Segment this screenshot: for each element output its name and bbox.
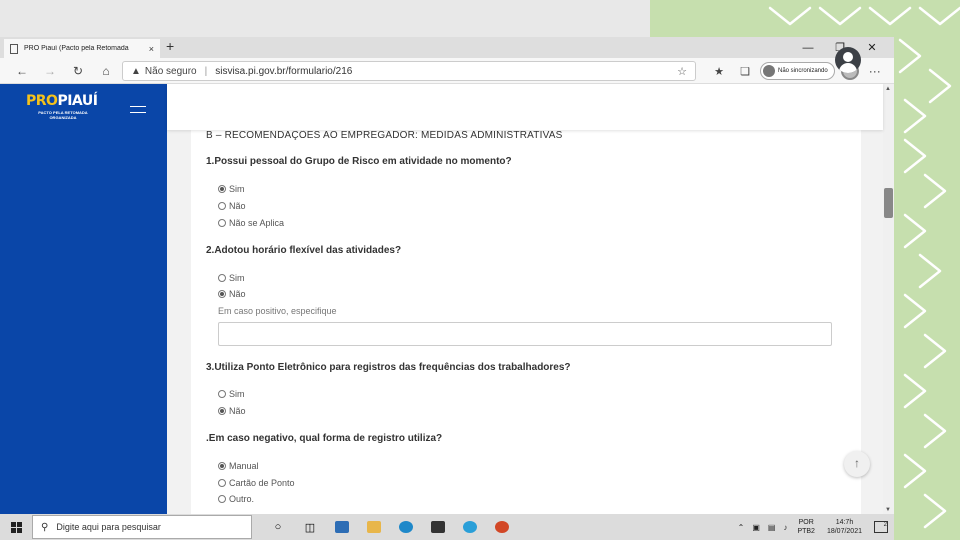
tab-close-button[interactable]: × (149, 44, 154, 54)
favorites-icon[interactable]: ★ (706, 65, 732, 78)
taskbar-apps: ○ ◫ (262, 514, 518, 540)
scroll-up-arrow-icon[interactable]: ▲ (885, 86, 891, 92)
logo-subtitle: PACTO PELA RETOMADA ORGANIZADA (38, 110, 88, 120)
warning-icon: ▲ (131, 65, 141, 77)
scrollbar-thumb[interactable] (884, 188, 893, 218)
radio-button[interactable] (218, 219, 226, 227)
taskbar-search-placeholder: Digite aqui para pesquisar (56, 522, 161, 532)
favorite-star-icon[interactable]: ☆ (677, 65, 687, 78)
radio-button[interactable] (218, 479, 226, 487)
back-button[interactable]: ← (8, 64, 36, 78)
language-indicator[interactable]: POR PTB2 (797, 518, 815, 536)
security-warning: Não seguro (144, 65, 197, 77)
edge-browser-icon[interactable] (390, 514, 422, 540)
mail-icon[interactable] (326, 514, 358, 540)
q3b-option-outro[interactable]: Outro. (218, 494, 254, 504)
q2-followup-hint: Em caso positivo, especifique (218, 306, 337, 316)
new-tab-button[interactable]: + (166, 38, 174, 54)
section-title: B – RECOMENDAÇÕES AO EMPREGADOR: MEDIDAS… (206, 130, 563, 141)
q2-option-sim[interactable]: Sim (218, 273, 245, 283)
tab-bar: PRO Piauí (Pacto pela Retomada × + — ❐ ✕ (0, 37, 894, 58)
sync-label: Não sincronizando (778, 68, 828, 74)
radio-button[interactable] (218, 407, 226, 415)
app-blue-icon[interactable] (454, 514, 486, 540)
q2-followup-input[interactable] (218, 322, 832, 346)
clock[interactable]: 14:7h 18/07/2021 (827, 518, 862, 536)
home-icon[interactable]: ⌂ (92, 64, 120, 78)
start-button[interactable] (0, 514, 32, 540)
tray-expand-icon[interactable]: ⌃ (738, 523, 745, 532)
sidebar: PROPIAUÍ PACTO PELA RETOMADA ORGANIZADA (0, 84, 167, 515)
scroll-to-top-button[interactable]: ↑ (844, 451, 870, 477)
q3-option-sim[interactable]: Sim (218, 389, 245, 399)
q1-option-sim[interactable]: Sim (218, 184, 245, 194)
network-icon[interactable]: ▣ (752, 523, 760, 532)
q3-option-nao[interactable]: Não (218, 406, 246, 416)
radio-button[interactable] (218, 495, 226, 503)
battery-icon[interactable]: ▤ (768, 523, 776, 532)
user-avatar-icon[interactable] (835, 47, 861, 73)
logo-wordmark: PROPIAUÍ (26, 93, 98, 109)
address-bar[interactable]: ▲ Não seguro | sisvisa.pi.gov.br/formula… (122, 61, 696, 81)
browser-toolbar: ← → ↻ ⌂ ▲ Não seguro | sisvisa.pi.gov.br… (0, 58, 894, 84)
question-3b: .Em caso negativo, qual forma de registr… (206, 433, 443, 444)
collections-icon[interactable]: ❏ (732, 65, 758, 78)
slide-background-top (0, 0, 650, 38)
close-window-button[interactable]: ✕ (856, 41, 888, 54)
pro-piaui-logo[interactable]: PROPIAUÍ PACTO PELA RETOMADA ORGANIZADA (26, 93, 100, 120)
system-tray: ⌃ ▣ ▤ ♪ POR PTB2 14:7h 18/07/2021 2 (734, 514, 888, 540)
forward-button[interactable]: → (36, 64, 64, 78)
sync-button[interactable]: Não sincronizando (760, 62, 835, 80)
sync-avatar-icon (763, 65, 775, 77)
question-3: 3.Utiliza Ponto Eletrônico para registro… (206, 362, 571, 373)
radio-button[interactable] (218, 202, 226, 210)
tab-title: PRO Piauí (Pacto pela Retomada (24, 45, 129, 52)
file-explorer-icon[interactable] (358, 514, 390, 540)
question-2: 2.Adotou horário flexível das atividades… (206, 245, 402, 256)
radio-button[interactable] (218, 185, 226, 193)
powerpoint-icon[interactable] (486, 514, 518, 540)
form-card (191, 124, 861, 515)
minimize-button[interactable]: — (792, 42, 824, 54)
reload-button[interactable]: ↻ (64, 64, 92, 78)
scroll-down-arrow-icon[interactable]: ▼ (885, 507, 891, 513)
browser-window: PRO Piauí (Pacto pela Retomada × + — ❐ ✕… (0, 37, 894, 515)
radio-button[interactable] (218, 390, 226, 398)
address-separator: | (204, 65, 208, 77)
cortana-icon[interactable]: ○ (262, 514, 294, 540)
q3b-option-manual[interactable]: Manual (218, 461, 259, 471)
store-icon[interactable] (422, 514, 454, 540)
page-scrollbar[interactable]: ▲ ▼ (883, 84, 894, 515)
page-icon (10, 43, 18, 54)
taskbar-search-box[interactable]: ⚲ Digite aqui para pesquisar (32, 515, 252, 539)
browser-tab[interactable]: PRO Piauí (Pacto pela Retomada × (4, 39, 160, 58)
task-view-icon[interactable]: ◫ (294, 514, 326, 540)
q1-option-nao-se-aplica[interactable]: Não se Aplica (218, 218, 284, 228)
windows-taskbar: ⚲ Digite aqui para pesquisar ○ ◫ ⌃ ▣ ▤ ♪… (0, 514, 894, 540)
radio-button[interactable] (218, 462, 226, 470)
q1-option-nao[interactable]: Não (218, 201, 246, 211)
hamburger-menu-icon[interactable] (130, 106, 146, 118)
radio-button[interactable] (218, 274, 226, 282)
q2-option-nao[interactable]: Não (218, 289, 246, 299)
windows-logo-icon (10, 521, 22, 533)
volume-icon[interactable]: ♪ (783, 523, 787, 532)
radio-button[interactable] (218, 290, 226, 298)
search-icon: ⚲ (41, 521, 49, 533)
q3b-option-cartao-de-ponto[interactable]: Cartão de Ponto (218, 478, 295, 488)
url-text: sisvisa.pi.gov.br/formulario/216 (215, 65, 353, 77)
question-1: 1.Possui pessoal do Grupo de Risco em at… (206, 156, 512, 167)
web-page: PROPIAUÍ PACTO PELA RETOMADA ORGANIZADA … (0, 84, 894, 515)
more-menu-button[interactable]: ··· (869, 64, 881, 78)
notifications-icon[interactable]: 2 (874, 521, 888, 533)
page-header (167, 84, 883, 130)
